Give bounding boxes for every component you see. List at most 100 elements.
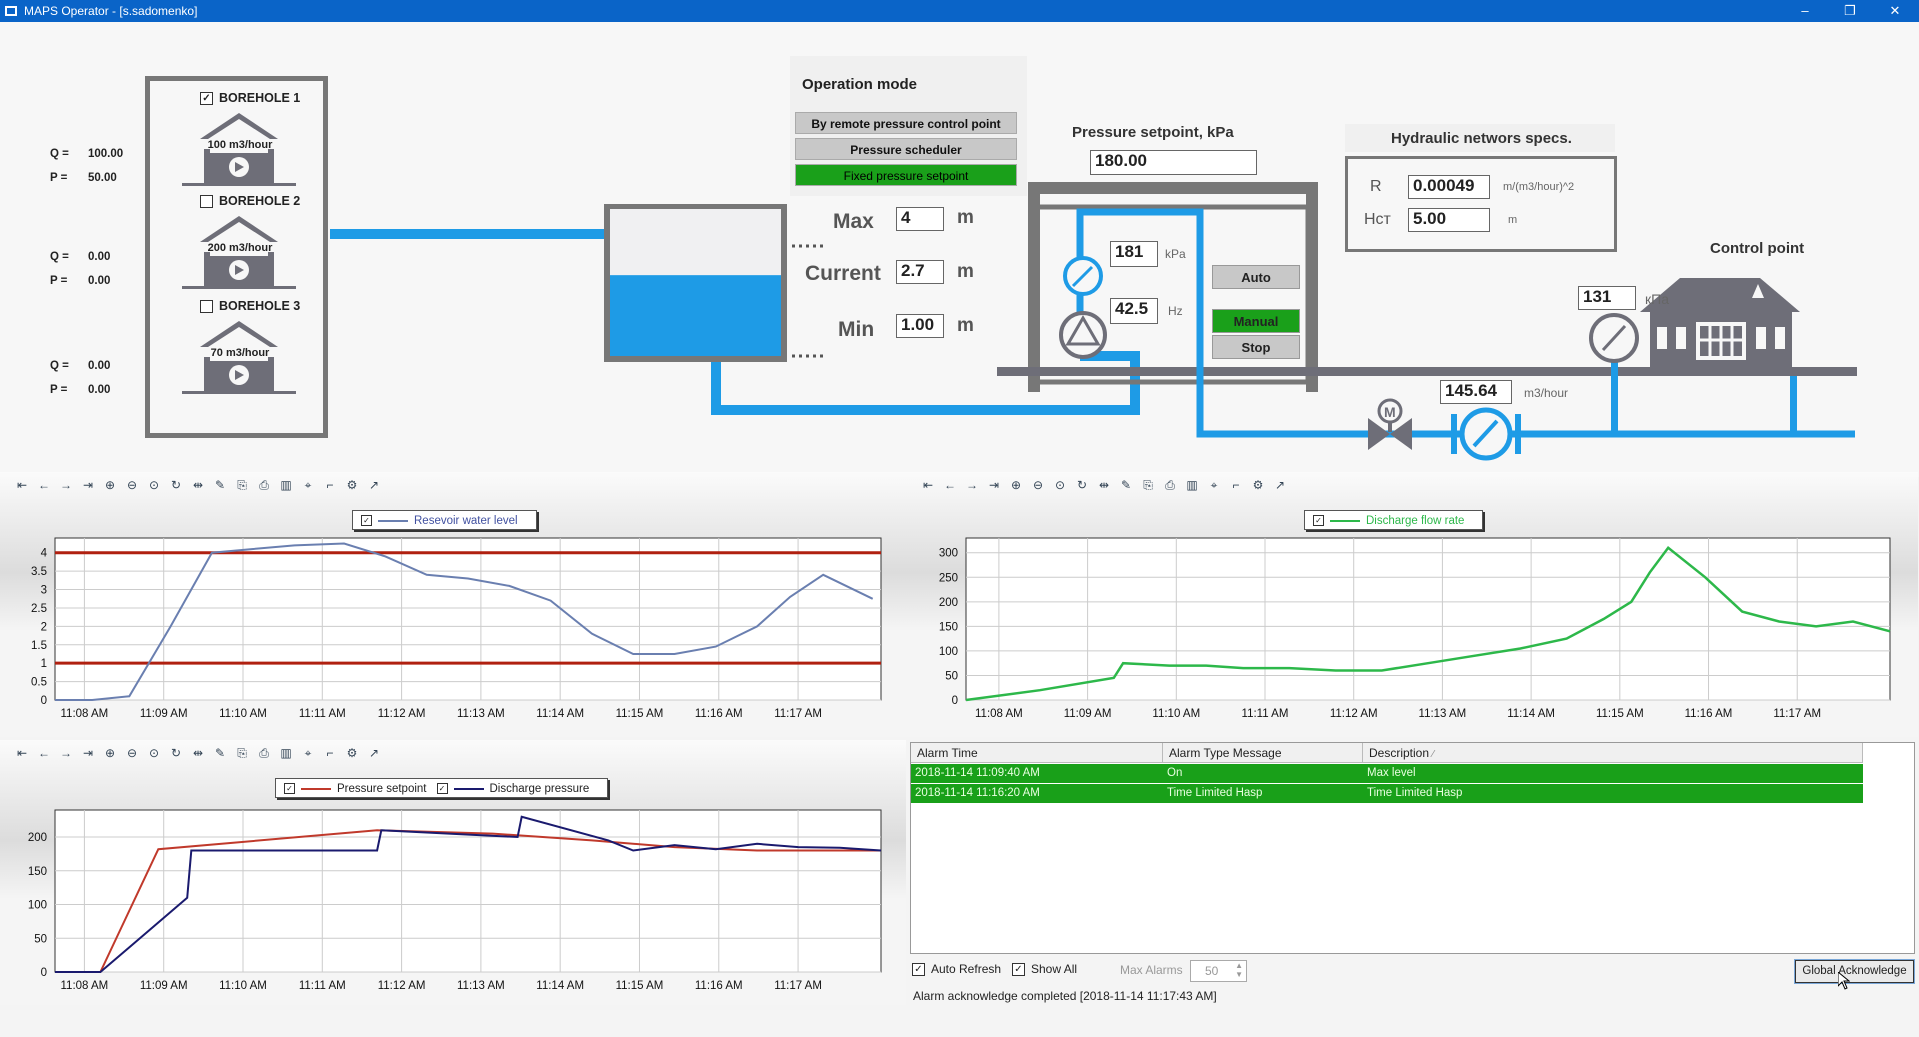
- close-button[interactable]: ✕: [1875, 1, 1915, 21]
- y-tick-label: 1.5: [31, 640, 47, 652]
- borehole-2-label: BOREHOLE 2: [219, 194, 301, 208]
- current-level-unit: m: [957, 261, 974, 282]
- inflow-pipe: [330, 229, 605, 239]
- alarm-row[interactable]: 2018-11-14 11:16:20 AM Time Limited Hasp T…: [911, 784, 1863, 803]
- column-header-description[interactable]: Description ⁄: [1363, 743, 1863, 763]
- y-tick-label: 2.5: [31, 603, 47, 615]
- x-tick-label: 11:15 AM: [616, 980, 664, 992]
- chart-panel-3: ⇤ ← → ⇥ ⊕ ⊖ ⊙ ↻ ⇹ ✎ ⎘ ⎙ ▥ ⌖ ⌐ ⚙ ↗ ✓ Pressure setpoint ✓ Disc…: [0, 740, 906, 1005]
- control-point-pressure-unit: кПа: [1645, 291, 1669, 307]
- borehole-3-checkbox[interactable]: BOREHOLE 3: [200, 299, 300, 314]
- max-alarms-stepper[interactable]: 50 ▲ ▼: [1190, 960, 1247, 982]
- auto-refresh-label: Auto Refresh: [931, 962, 1002, 976]
- borehole-2-capacity: 200 m3/hour: [207, 242, 273, 254]
- borehole-2-q-label: Q =: [50, 251, 69, 263]
- borehole-1-capacity: 100 m3/hour: [207, 139, 273, 151]
- max-level-field[interactable]: 4: [896, 207, 944, 231]
- flowmeter-field: 145.64: [1440, 380, 1512, 404]
- max-level-unit: m: [957, 207, 974, 228]
- borehole-1-q-label: Q =: [50, 148, 69, 160]
- alarm-type-cell: Time Limited Hasp: [1167, 787, 1263, 799]
- column-header-alarm-time[interactable]: Alarm Time: [911, 743, 1163, 763]
- x-tick-label: 11:08 AM: [975, 708, 1023, 720]
- alarm-description-cell: Time Limited Hasp: [1367, 787, 1463, 799]
- show-all-checkbox[interactable]: ✓ Show All: [1012, 962, 1078, 977]
- global-acknowledge-button[interactable]: Global Acknowledge: [1794, 959, 1915, 984]
- borehole-1-checkbox[interactable]: ✓ BOREHOLE 1: [200, 91, 300, 106]
- pump-manual-button[interactable]: Manual: [1212, 309, 1300, 333]
- operation-mode-option-3[interactable]: Fixed pressure setpoint: [795, 164, 1017, 186]
- svg-text:M: M: [1384, 404, 1396, 420]
- minimize-button[interactable]: –: [1785, 1, 1825, 21]
- x-tick-label: 11:12 AM: [1330, 708, 1378, 720]
- alarm-description-cell: Max level: [1367, 767, 1416, 779]
- x-tick-label: 11:10 AM: [219, 980, 267, 992]
- column-header-alarm-type[interactable]: Alarm Type Message: [1163, 743, 1363, 763]
- y-tick-label: 150: [939, 621, 958, 633]
- sort-icon: ⁄: [1432, 749, 1435, 760]
- pump-frequency-unit: Hz: [1168, 304, 1183, 318]
- alarm-table: Alarm Time Alarm Type Message Descriptio…: [910, 742, 1915, 954]
- pump-stop-button[interactable]: Stop: [1212, 335, 1300, 359]
- x-tick-label: 11:11 AM: [1242, 708, 1289, 720]
- alarm-type-cell: On: [1167, 767, 1183, 779]
- chart-plot: 11:08 AM 11:09 AM 11:10 AM 11:11 AM 11:12 AM…: [939, 537, 1891, 720]
- stepper-arrows-icon[interactable]: ▲ ▼: [1235, 961, 1243, 979]
- borehole-2-checkbox[interactable]: BOREHOLE 2: [200, 194, 301, 209]
- y-tick-label: 300: [939, 548, 958, 560]
- x-tick-label: 11:17 AM: [774, 708, 822, 720]
- borehole-3-p: 0.00: [88, 384, 111, 396]
- operation-mode-option-2[interactable]: Pressure scheduler: [795, 138, 1017, 160]
- checkbox-unchecked-icon: [200, 300, 213, 314]
- current-level-label: Current: [805, 262, 881, 285]
- borehole-2-p: 0.00: [88, 275, 111, 287]
- max-alarms-label: Max Alarms: [1120, 963, 1183, 977]
- borehole-pump-icon[interactable]: [164, 109, 314, 193]
- r-field[interactable]: 0.00049: [1408, 175, 1490, 199]
- x-tick-label: 11:09 AM: [140, 708, 188, 720]
- y-tick-label: 1: [41, 658, 47, 670]
- borehole-1-q: 100.00: [88, 148, 124, 160]
- chart-panel-2: ⇤ ← → ⇥ ⊕ ⊖ ⊙ ↻ ⇹ ✎ ⎘ ⎙ ▥ ⌖ ⌐ ⚙ ↗ ✓ Discharge flow rate 11:…: [906, 472, 1918, 737]
- hydraulic-title: Hydraulic networs specs.: [1391, 130, 1572, 147]
- auto-refresh-checkbox[interactable]: ✓ Auto Refresh: [912, 962, 1002, 977]
- y-tick-label: 3: [41, 585, 47, 597]
- x-tick-label: 11:12 AM: [378, 980, 426, 992]
- operation-mode-title: Operation mode: [802, 76, 918, 93]
- alarm-time-cell: 2018-11-14 11:09:40 AM: [915, 767, 1040, 779]
- y-tick-label: 3.5: [31, 566, 47, 578]
- restore-button[interactable]: ❐: [1830, 1, 1870, 21]
- alarm-time-cell: 2018-11-14 11:16:20 AM: [915, 787, 1040, 799]
- pump-pressure-unit: kPa: [1165, 247, 1186, 261]
- operation-mode-option-1[interactable]: By remote pressure control point: [795, 112, 1017, 134]
- current-level-field: 2.7: [896, 260, 944, 284]
- h-label: Нст: [1364, 211, 1391, 228]
- y-tick-label: 4: [41, 548, 48, 560]
- min-level-field[interactable]: 1.00: [896, 314, 944, 338]
- borehole-pump-icon[interactable]: [164, 317, 314, 401]
- y-tick-label: 50: [945, 670, 958, 682]
- x-tick-label: 11:14 AM: [1507, 708, 1555, 720]
- alarm-row[interactable]: 2018-11-14 11:09:40 AM On Max level: [911, 764, 1863, 783]
- x-tick-label: 11:11 AM: [299, 708, 346, 720]
- borehole-3-p-label: P =: [50, 384, 68, 396]
- pump-pressure-field: 181: [1110, 241, 1158, 267]
- pump-auto-button[interactable]: Auto: [1212, 265, 1300, 289]
- control-point-pressure-field: 131: [1578, 286, 1636, 310]
- borehole-pump-icon[interactable]: [164, 212, 314, 296]
- y-tick-label: 200: [939, 597, 958, 609]
- hydraulic-header: Hydraulic networs specs.: [1345, 124, 1615, 152]
- borehole-3-capacity: 70 m3/hour: [210, 347, 270, 359]
- pressure-setpoint-field[interactable]: 180.00: [1090, 150, 1257, 175]
- show-all-label: Show All: [1031, 962, 1078, 976]
- y-tick-label: 0: [41, 967, 47, 979]
- scada-diagram: M Q = 100.00 P = 50.00 Q = 0.00 P = 0.00 Q = 0.00…: [0, 22, 1919, 477]
- pump-frequency-field: 42.5: [1110, 298, 1158, 324]
- app-icon: [4, 4, 18, 18]
- borehole-3-q-label: Q =: [50, 360, 69, 372]
- min-level-unit: m: [957, 315, 974, 336]
- h-field[interactable]: 5.00: [1408, 208, 1490, 232]
- x-tick-label: 11:10 AM: [219, 708, 267, 720]
- x-tick-label: 11:09 AM: [1064, 708, 1112, 720]
- x-tick-label: 11:14 AM: [536, 708, 584, 720]
